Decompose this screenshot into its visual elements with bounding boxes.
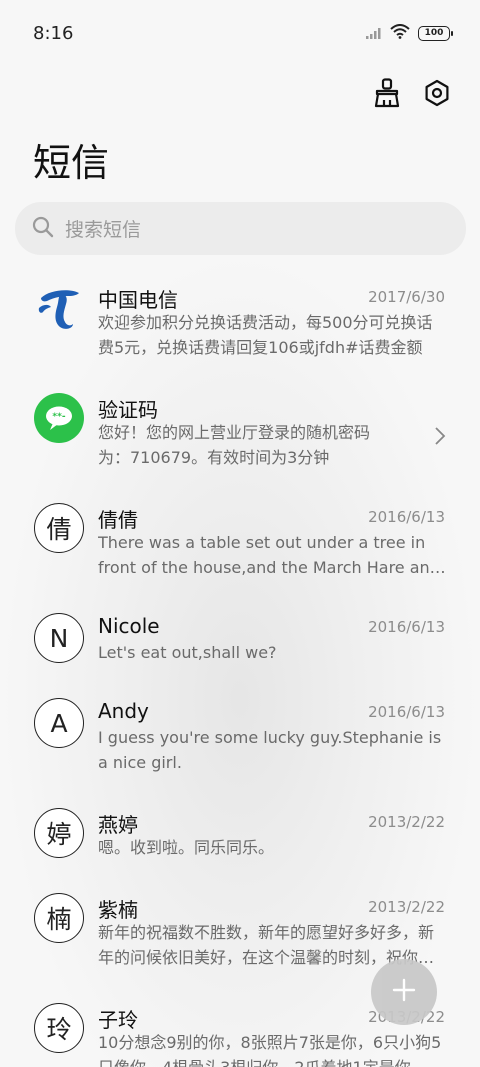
china-telecom-logo: [34, 283, 84, 333]
message-preview: Let's eat out,shall we?: [98, 643, 277, 662]
contact-name: 中国电信: [98, 288, 178, 312]
contact-name: Andy: [98, 699, 149, 723]
search-placeholder: 搜索短信: [65, 219, 142, 241]
contact-name: 紫楠: [98, 898, 138, 922]
message-date: 2013/2/22: [368, 813, 445, 831]
message-bubble-icon: **-: [34, 393, 84, 443]
status-bar: 8:16 100: [0, 0, 480, 66]
toolbar: [370, 76, 454, 110]
conversation-row[interactable]: **- 验证码 您好！您的网上营业厅登录的随机密码为：710679。有效时间为3…: [0, 378, 480, 488]
new-message-button[interactable]: [371, 959, 437, 1025]
search-input[interactable]: 搜索短信: [15, 202, 466, 255]
wifi-icon: [390, 23, 410, 43]
chevron-right-icon: [434, 426, 446, 450]
avatar: 玲: [34, 1003, 84, 1053]
contact-name: 倩倩: [98, 508, 138, 532]
svg-text:**-: **-: [52, 412, 65, 422]
conversation-row[interactable]: A Andy 2016/6/13 I guess you're some luc…: [0, 683, 480, 793]
message-preview: 嗯。收到啦。同乐同乐。: [98, 838, 275, 857]
message-date: 2013/2/22: [368, 898, 445, 916]
plus-icon: [391, 977, 417, 1007]
contact-name: 子玲: [98, 1008, 138, 1032]
message-date: 2016/6/13: [368, 508, 445, 526]
message-date: 2016/6/13: [368, 618, 445, 636]
conversation-list: 中国电信 2017/6/30 欢迎参加积分兑换话费活动，每500分可兑换话费5元…: [0, 268, 480, 1067]
search-icon: [31, 215, 55, 243]
battery-icon: 100: [418, 25, 453, 41]
page-title: 短信: [33, 141, 110, 185]
signal-icon: [366, 24, 382, 43]
message-date: 2017/6/30: [368, 288, 445, 306]
avatar: A: [34, 698, 84, 748]
avatar: 楠: [34, 893, 84, 943]
settings-icon[interactable]: [420, 76, 454, 110]
conversation-row[interactable]: N Nicole 2016/6/13 Let's eat out,shall w…: [0, 598, 480, 683]
avatar: N: [34, 613, 84, 663]
conversation-row[interactable]: 婷 燕婷 2013/2/22 嗯。收到啦。同乐同乐。: [0, 793, 480, 878]
message-preview: I guess you're some lucky guy.Stephanie …: [98, 728, 442, 772]
status-time: 8:16: [33, 22, 74, 44]
status-icons: 100: [366, 23, 453, 43]
broom-icon[interactable]: [370, 76, 404, 110]
avatar: 倩: [34, 503, 84, 553]
contact-name: Nicole: [98, 614, 160, 638]
message-preview: There was a table set out under a tree i…: [98, 533, 440, 577]
conversation-row[interactable]: 中国电信 2017/6/30 欢迎参加积分兑换话费活动，每500分可兑换话费5元…: [0, 268, 480, 378]
message-preview: 欢迎参加积分兑换话费活动，每500分可兑换话费5元，兑换话费请回复106或jfd…: [98, 313, 433, 357]
contact-name: 验证码: [98, 398, 158, 422]
message-preview: 您好！您的网上营业厅登录的随机密码为：710679。有效时间为3分钟: [98, 423, 371, 467]
avatar: 婷: [34, 808, 84, 858]
conversation-row[interactable]: 倩 倩倩 2016/6/13 There was a table set out…: [0, 488, 480, 598]
message-preview: 10分想念9别的你，8张照片7张是你，6只小狗5只像你，4根骨头3根归你，2爪着…: [98, 1033, 442, 1067]
contact-name: 燕婷: [98, 813, 138, 837]
message-date: 2016/6/13: [368, 703, 445, 721]
